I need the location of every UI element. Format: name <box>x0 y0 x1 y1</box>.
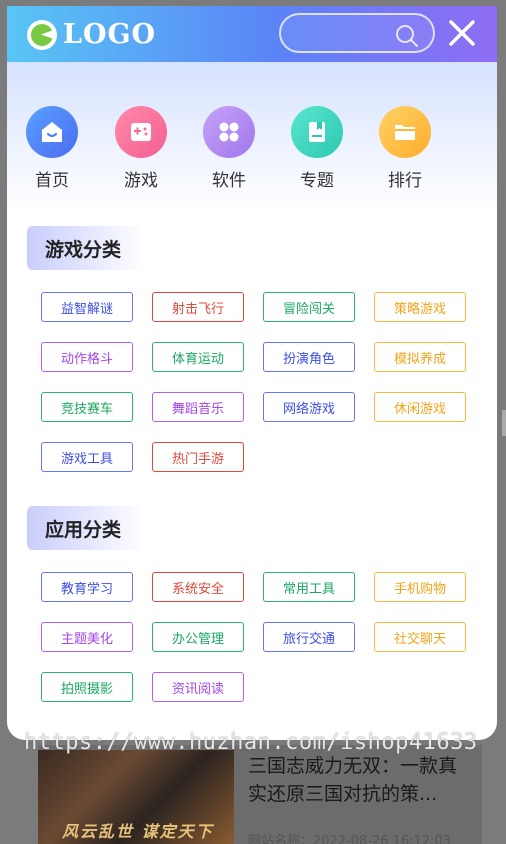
game-category-section: 游戏分类 益智解谜 射击飞行 冒险闯关 策略游戏动作格斗 体育运动 扮演角色 模拟养成竞技赛… <box>7 226 497 472</box>
game-tag-grid: 益智解谜 射击飞行 冒险闯关 策略游戏动作格斗 体育运动 扮演角色 模拟养成竞技赛车 舞蹈音乐… <box>27 292 477 472</box>
nav-item-software[interactable]: 软件 <box>185 106 273 212</box>
header: LOGO <box>7 6 497 62</box>
category-tag[interactable]: 办公管理 <box>152 622 244 652</box>
book-icon <box>291 106 343 158</box>
category-tag[interactable]: 系统安全 <box>152 572 244 602</box>
nav-label-home: 首页 <box>35 171 69 191</box>
category-tag[interactable]: 动作格斗 <box>41 342 133 372</box>
category-tag[interactable]: 常用工具 <box>263 572 355 602</box>
search-box[interactable] <box>279 13 435 53</box>
category-tag[interactable]: 体育运动 <box>152 342 244 372</box>
category-tag[interactable]: 射击飞行 <box>152 292 244 322</box>
category-tag[interactable]: 扮演角色 <box>263 342 355 372</box>
close-icon[interactable] <box>447 18 477 48</box>
article-title[interactable]: 三国志威力无双：一款真实还原三国对抗的策... <box>248 752 470 808</box>
watermark: https://www.huzhan.com/ishop41633 <box>24 730 478 755</box>
logo-text: LOGO <box>63 19 157 50</box>
nav-label-software: 软件 <box>212 171 246 191</box>
menu-panel: LOGO 首页 游戏 软件 专题 排行 游戏分类 益智解谜 射击飞行 冒险闯关 … <box>7 6 497 740</box>
article-meta: 网站名称：2022-08-26 16:12:03 <box>248 834 452 844</box>
category-tag[interactable]: 策略游戏 <box>374 292 466 322</box>
folder-icon <box>379 106 431 158</box>
logo-icon <box>27 19 57 50</box>
section-title-apps: 应用分类 <box>27 506 145 550</box>
category-tag[interactable]: 冒险闯关 <box>263 292 355 322</box>
category-tag[interactable]: 休闲游戏 <box>374 392 466 422</box>
category-tag[interactable]: 热门手游 <box>152 442 244 472</box>
thumbnail-caption: 风云乱世 谋定天下 <box>62 822 214 841</box>
category-tag[interactable]: 模拟养成 <box>374 342 466 372</box>
search-icon[interactable] <box>395 24 419 48</box>
category-tag[interactable]: 旅行交通 <box>263 622 355 652</box>
category-tag[interactable]: 资讯阅读 <box>152 672 244 702</box>
category-tag[interactable]: 拍照摄影 <box>41 672 133 702</box>
nav-item-home[interactable]: 首页 <box>7 106 97 212</box>
app-category-section: 应用分类 教育学习 系统安全 常用工具 手机购物主题美化 办公管理 旅行交通 社交聊天拍照摄… <box>7 506 497 702</box>
category-tag[interactable]: 网络游戏 <box>263 392 355 422</box>
section-title-games: 游戏分类 <box>27 226 145 270</box>
category-tag[interactable]: 竞技赛车 <box>41 392 133 422</box>
category-tag[interactable]: 主题美化 <box>41 622 133 652</box>
nav-label-games: 游戏 <box>124 171 158 191</box>
main-nav: 首页 游戏 软件 专题 排行 <box>7 62 497 212</box>
nav-item-ranking[interactable]: 排行 <box>361 106 449 212</box>
category-tag[interactable]: 教育学习 <box>41 572 133 602</box>
home-icon <box>26 106 78 158</box>
category-tag[interactable]: 手机购物 <box>374 572 466 602</box>
gamepad-icon <box>115 106 167 158</box>
nav-label-topics: 专题 <box>300 171 334 191</box>
category-tag[interactable]: 舞蹈音乐 <box>152 392 244 422</box>
category-tag[interactable]: 游戏工具 <box>41 442 133 472</box>
app-tag-grid: 教育学习 系统安全 常用工具 手机购物主题美化 办公管理 旅行交通 社交聊天拍照摄影 资讯阅读 <box>27 572 477 702</box>
scrollbar[interactable] <box>502 410 506 436</box>
nav-item-games[interactable]: 游戏 <box>97 106 185 212</box>
nav-label-ranking: 排行 <box>388 171 422 191</box>
category-tag[interactable]: 益智解谜 <box>41 292 133 322</box>
apps-icon <box>203 106 255 158</box>
logo[interactable]: LOGO <box>27 19 156 50</box>
category-tag[interactable]: 社交聊天 <box>374 622 466 652</box>
search-input[interactable] <box>295 23 395 43</box>
nav-item-topics[interactable]: 专题 <box>273 106 361 212</box>
